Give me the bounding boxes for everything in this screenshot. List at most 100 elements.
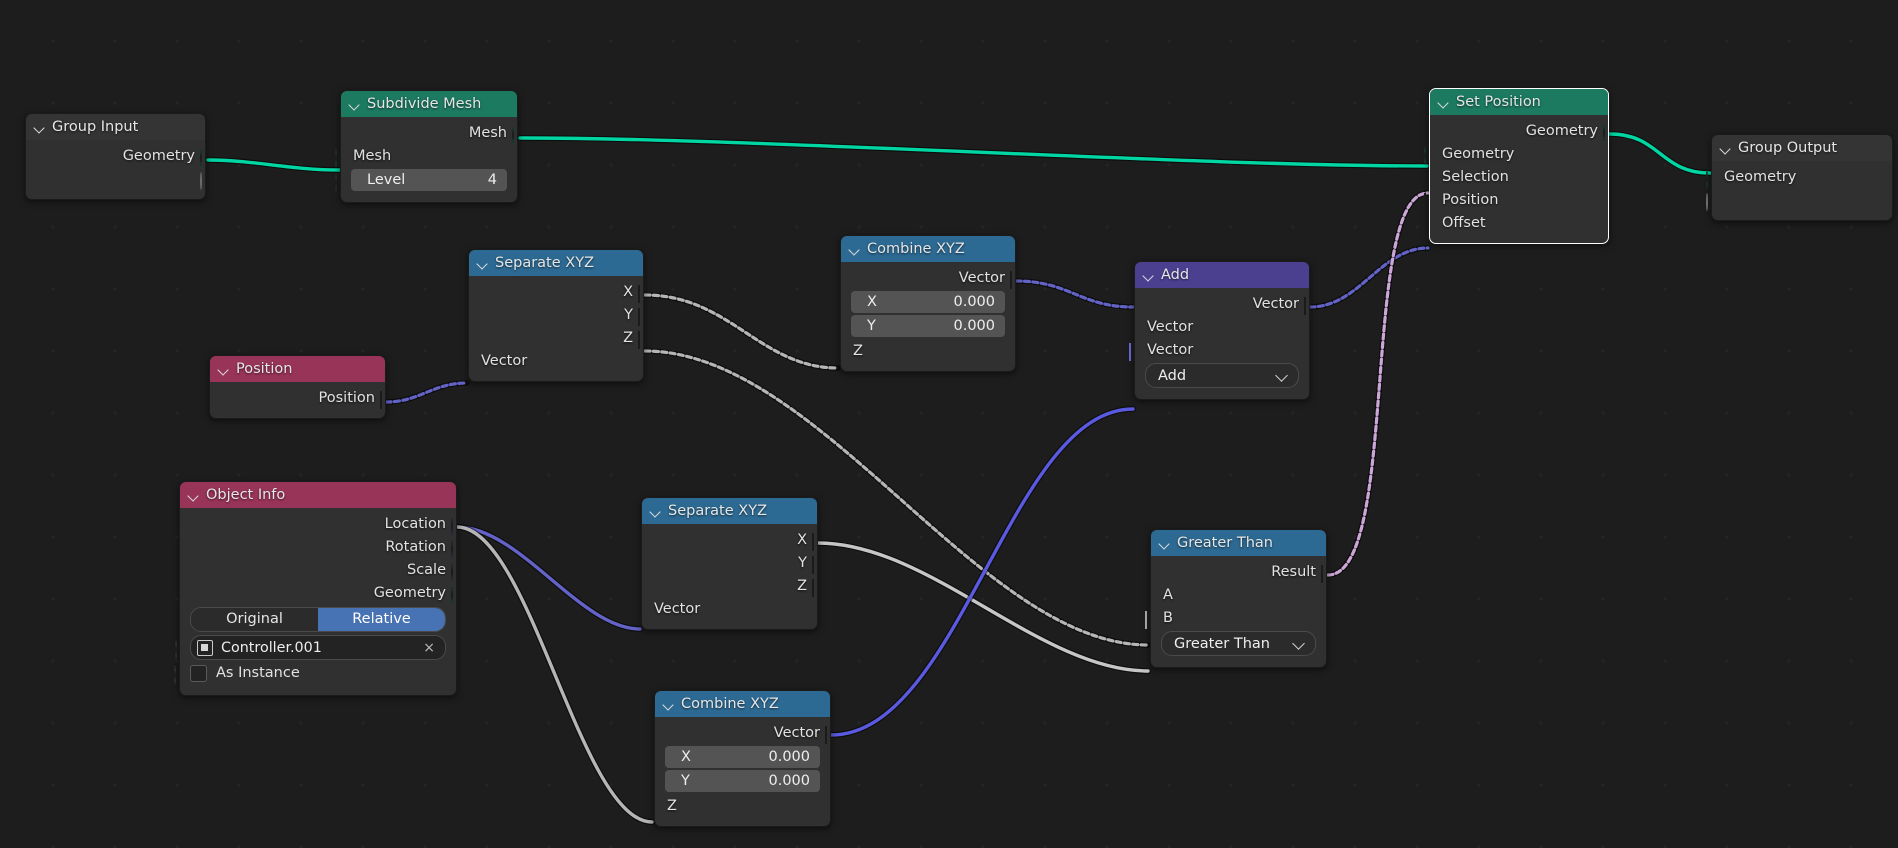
socket-virtual[interactable] xyxy=(1706,193,1717,211)
socket-vector[interactable] xyxy=(636,602,647,620)
socket-vector[interactable] xyxy=(451,540,462,558)
node-header-subdivide_mesh[interactable]: Subdivide Mesh xyxy=(341,91,517,117)
node-header-separate_xyz_top[interactable]: Separate XYZ xyxy=(469,250,643,276)
socket-float[interactable] xyxy=(812,533,823,551)
socket-float[interactable] xyxy=(835,296,846,314)
chevron-down-icon[interactable] xyxy=(1159,538,1170,549)
socket-float[interactable] xyxy=(649,775,660,793)
node-link[interactable] xyxy=(1308,246,1430,309)
socket-boolean[interactable] xyxy=(174,666,185,684)
socket-virtual[interactable] xyxy=(200,172,211,190)
node-subdivide_mesh[interactable]: Subdivide Mesh Mesh Mesh Level 4 xyxy=(335,90,518,203)
socket-float[interactable] xyxy=(638,308,649,326)
value-widget-level[interactable]: Level 4 xyxy=(335,169,507,192)
socket-float[interactable] xyxy=(1145,588,1156,606)
node-header-separate_xyz_mid[interactable]: Separate XYZ xyxy=(642,498,817,524)
object-picker-field[interactable]: Controller.001 × xyxy=(175,635,446,660)
socket-geometry[interactable] xyxy=(1603,124,1614,142)
value-widget-x[interactable]: X 0.000 xyxy=(835,291,1005,314)
socket-geometry[interactable] xyxy=(335,149,346,167)
node-header-combine_xyz_top[interactable]: Combine XYZ xyxy=(841,236,1015,262)
chevron-down-icon[interactable] xyxy=(663,699,674,710)
value-widget-y[interactable]: Y 0.000 xyxy=(835,315,1005,338)
socket-vector[interactable] xyxy=(451,517,462,535)
socket-geometry[interactable] xyxy=(1706,170,1717,188)
chevron-down-icon[interactable] xyxy=(188,490,199,501)
node-group_input[interactable]: Group Input Geometry xyxy=(25,113,206,200)
node-position[interactable]: Position Position xyxy=(209,355,386,419)
value-widget-y[interactable]: Y 0.000 xyxy=(649,770,820,793)
node-separate_xyz_mid[interactable]: Separate XYZ X Y Z Vector xyxy=(636,497,818,630)
socket-float[interactable] xyxy=(638,331,649,349)
socket-geometry[interactable] xyxy=(200,149,211,167)
dropdown-vector_math_add[interactable]: Add xyxy=(1145,363,1299,388)
checkbox-as-instance[interactable]: As Instance xyxy=(174,662,446,684)
socket-int[interactable] xyxy=(335,174,346,192)
node-link[interactable] xyxy=(455,525,642,631)
socket-vector[interactable] xyxy=(1010,271,1021,289)
chevron-down-icon[interactable] xyxy=(34,122,45,133)
socket-vector[interactable] xyxy=(1424,193,1435,211)
node-header-compare_greater_than[interactable]: Greater Than xyxy=(1151,530,1326,556)
socket-float[interactable] xyxy=(812,556,823,574)
socket-vector[interactable] xyxy=(380,391,391,409)
node-separate_xyz_top[interactable]: Separate XYZ X Y Z Vector xyxy=(463,249,644,382)
node-header-vector_math_add[interactable]: Add xyxy=(1135,262,1309,288)
socket-vector[interactable] xyxy=(463,354,474,372)
socket-float[interactable] xyxy=(638,285,649,303)
node-link[interactable] xyxy=(1608,132,1712,175)
close-icon[interactable]: × xyxy=(423,640,445,656)
node-link[interactable] xyxy=(816,541,1150,673)
node-link[interactable] xyxy=(455,525,654,824)
node-header-object_info[interactable]: Object Info xyxy=(180,482,456,508)
socket-float[interactable] xyxy=(1145,611,1156,629)
socket-boolean[interactable] xyxy=(1424,170,1435,188)
socket-vector[interactable] xyxy=(451,563,462,581)
value-widget-x[interactable]: X 0.000 xyxy=(649,746,820,769)
chevron-down-icon[interactable] xyxy=(1720,143,1731,154)
socket-vector[interactable] xyxy=(825,726,836,744)
node-combine_xyz_top[interactable]: Combine XYZ Vector X 0.000 Y 0.000 Z xyxy=(835,235,1016,372)
node-header-group_input[interactable]: Group Input xyxy=(26,114,205,140)
chevron-down-icon[interactable] xyxy=(1438,97,1449,108)
node-header-combine_xyz_bottom[interactable]: Combine XYZ xyxy=(655,691,830,717)
socket-object[interactable] xyxy=(175,641,186,659)
socket-geometry[interactable] xyxy=(1424,147,1435,165)
node-group_output[interactable]: Group Output Geometry xyxy=(1706,134,1893,221)
dropdown-compare_greater_than[interactable]: Greater Than xyxy=(1161,631,1316,656)
chevron-down-icon[interactable] xyxy=(650,506,661,517)
socket-float[interactable] xyxy=(835,344,846,362)
socket-vector[interactable] xyxy=(1129,320,1140,338)
segment-option-original[interactable]: Original xyxy=(191,608,318,631)
node-link[interactable] xyxy=(1326,191,1430,577)
node-combine_xyz_bottom[interactable]: Combine XYZ Vector X 0.000 Y 0.000 Z xyxy=(649,690,831,827)
chevron-down-icon[interactable] xyxy=(849,244,860,255)
node-link[interactable] xyxy=(829,407,1135,737)
socket-float[interactable] xyxy=(812,579,823,597)
segmented-control-transform-space[interactable]: Original Relative xyxy=(190,607,446,632)
chevron-down-icon[interactable] xyxy=(1143,270,1154,281)
node-set_position[interactable]: Set Position Geometry Geometry Selection Pos… xyxy=(1424,88,1609,244)
node-vector_math_add[interactable]: Add Vector Vector Vector Add xyxy=(1129,261,1310,400)
checkbox-box[interactable] xyxy=(190,664,207,682)
node-header-set_position[interactable]: Set Position xyxy=(1430,89,1608,115)
socket-vector[interactable] xyxy=(1424,216,1435,234)
chevron-down-icon[interactable] xyxy=(218,364,229,375)
socket-geometry[interactable] xyxy=(451,586,462,604)
node-link[interactable] xyxy=(643,293,840,370)
socket-vector[interactable] xyxy=(1129,343,1140,361)
node-link[interactable] xyxy=(1014,279,1135,309)
socket-vector[interactable] xyxy=(1304,297,1315,315)
node-link[interactable] xyxy=(206,158,342,172)
socket-boolean[interactable] xyxy=(1321,565,1332,583)
node-header-position[interactable]: Position xyxy=(210,356,385,382)
node-header-group_output[interactable]: Group Output xyxy=(1712,135,1892,161)
node-link[interactable] xyxy=(384,381,469,404)
node-object_info[interactable]: Object Info Location Rotation Scale Geometry… xyxy=(174,481,457,696)
node-compare_greater_than[interactable]: Greater Than Result A B Greater Than xyxy=(1145,529,1327,668)
chevron-down-icon[interactable] xyxy=(477,258,488,269)
socket-geometry[interactable] xyxy=(512,126,523,144)
socket-float[interactable] xyxy=(649,799,660,817)
socket-float[interactable] xyxy=(649,751,660,769)
node-link[interactable] xyxy=(518,136,1429,168)
